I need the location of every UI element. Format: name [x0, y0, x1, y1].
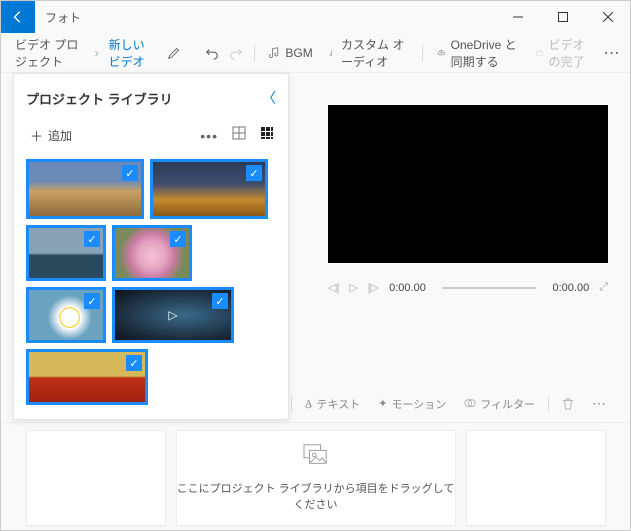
sb-separator-2 — [548, 396, 549, 412]
selected-check-icon: ✓ — [84, 231, 100, 247]
filter-button[interactable]: フィルター — [459, 393, 540, 415]
finish-label: ビデオの完了 — [549, 36, 592, 70]
storyboard-strip[interactable]: ここにプロジェクト ライブラリから項目をドラッグしてください — [1, 425, 630, 530]
undo-button[interactable] — [202, 37, 222, 69]
media-stack-icon — [302, 443, 330, 472]
seek-track[interactable] — [442, 287, 537, 289]
motion-button[interactable]: ✦ モーション — [373, 393, 451, 415]
library-item[interactable]: ✓ — [112, 225, 192, 281]
library-panel: プロジェクト ライブラリ 〈 ＋ 追加 ••• — [13, 73, 289, 420]
sync-label: OneDrive と同期する — [451, 36, 521, 70]
time-total: 0:00.00 — [552, 282, 589, 294]
time-current: 0:00.00 — [389, 282, 426, 294]
redo-button[interactable] — [226, 37, 246, 69]
back-button[interactable] — [1, 1, 35, 33]
play-button[interactable]: ▷ — [349, 281, 357, 294]
selected-check-icon: ✓ — [212, 293, 228, 309]
storyboard-drop-zone[interactable]: ここにプロジェクト ライブラリから項目をドラッグしてください — [176, 430, 456, 526]
custom-audio-label: カスタム オーディオ — [341, 36, 408, 70]
drop-hint-text: ここにプロジェクト ライブラリから項目をドラッグしてください — [177, 480, 455, 512]
library-toolbar: ＋ 追加 ••• — [26, 122, 276, 149]
next-frame-button[interactable]: |▷ — [368, 281, 379, 294]
view-grid-button[interactable] — [258, 124, 276, 147]
music-icon — [268, 47, 280, 59]
breadcrumb-current[interactable]: 新しいビデオ — [103, 32, 160, 74]
content-area: プロジェクト ライブラリ 〈 ＋ 追加 ••• — [1, 73, 630, 530]
text-label: テキスト — [317, 396, 361, 412]
window-title: フォト — [35, 9, 495, 26]
sync-button[interactable]: OneDrive と同期する — [431, 32, 526, 74]
library-item[interactable]: ✓ — [26, 349, 148, 405]
delete-button[interactable] — [557, 394, 579, 413]
close-button[interactable] — [585, 1, 630, 33]
custom-audio-button[interactable]: カスタム オーディオ — [323, 32, 415, 74]
titlebar: フォト — [1, 1, 630, 33]
breadcrumb-separator: › — [95, 46, 99, 60]
thumbnail-grid: ✓ ✓ ✓ ✓ ✓ ✓▷ ✓ — [26, 159, 276, 405]
preview-controls: ◁| ▷ |▷ 0:00.00 0:00.00 ⤢ — [328, 281, 608, 294]
library-item[interactable]: ✓▷ — [112, 287, 234, 343]
selected-check-icon: ✓ — [84, 293, 100, 309]
edit-button[interactable] — [164, 37, 184, 69]
bgm-label: BGM — [285, 46, 312, 60]
collapse-library-button[interactable]: 〈 — [262, 88, 276, 108]
text-icon: A̲ — [305, 398, 313, 410]
toolbar-separator — [254, 44, 255, 62]
motion-icon: ✦ — [378, 397, 387, 410]
library-title: プロジェクト ライブラリ — [26, 89, 173, 108]
more-menu-button[interactable]: ⋯ — [602, 37, 622, 69]
sb-separator — [291, 396, 292, 412]
selected-check-icon: ✓ — [122, 165, 138, 181]
toolbar-separator-2 — [422, 44, 423, 62]
motion-label: モーション — [391, 396, 446, 412]
library-item[interactable]: ✓ — [26, 159, 144, 219]
filter-label: フィルター — [480, 396, 535, 412]
add-media-button[interactable]: ＋ 追加 — [26, 122, 76, 149]
plus-icon: ＋ — [30, 126, 43, 145]
cloud-icon — [437, 47, 446, 59]
storyboard-slot[interactable] — [466, 430, 606, 526]
view-list-button[interactable] — [230, 124, 248, 147]
storyboard-more-button[interactable]: ⋯ — [587, 392, 612, 415]
main-toolbar: ビデオ プロジェクト › 新しいビデオ BGM カスタム オーディオ OneDr… — [1, 33, 630, 73]
prev-frame-button[interactable]: ◁| — [328, 281, 339, 294]
library-item[interactable]: ✓ — [26, 287, 106, 343]
maximize-button[interactable] — [540, 1, 585, 33]
selected-check-icon: ✓ — [246, 165, 262, 181]
finish-button[interactable]: ビデオの完了 — [530, 32, 598, 74]
preview-area: ◁| ▷ |▷ 0:00.00 0:00.00 ⤢ — [328, 105, 608, 294]
storyboard-slot[interactable] — [26, 430, 166, 526]
play-overlay-icon: ▷ — [168, 308, 177, 322]
trash-icon — [562, 397, 574, 410]
audio-icon — [329, 47, 336, 59]
selected-check-icon: ✓ — [126, 355, 142, 371]
selected-check-icon: ✓ — [170, 231, 186, 247]
bgm-button[interactable]: BGM — [262, 42, 318, 64]
library-item[interactable]: ✓ — [26, 225, 106, 281]
add-label: 追加 — [48, 127, 72, 144]
filter-icon — [464, 398, 476, 410]
fullscreen-button[interactable]: ⤢ — [599, 281, 608, 294]
window-controls — [495, 1, 630, 33]
preview-screen[interactable] — [328, 105, 608, 263]
breadcrumb-projects[interactable]: ビデオ プロジェクト — [9, 32, 91, 74]
app-window: フォト ビデオ プロジェクト › 新しいビデオ BGM カスタム オーディオ — [0, 0, 631, 531]
minimize-button[interactable] — [495, 1, 540, 33]
export-icon — [536, 47, 543, 59]
text-button[interactable]: A̲ テキスト — [300, 393, 366, 415]
library-view-controls: ••• — [198, 124, 276, 147]
library-item[interactable]: ✓ — [150, 159, 268, 219]
library-header: プロジェクト ライブラリ 〈 — [26, 88, 276, 108]
library-more-button[interactable]: ••• — [198, 126, 220, 146]
